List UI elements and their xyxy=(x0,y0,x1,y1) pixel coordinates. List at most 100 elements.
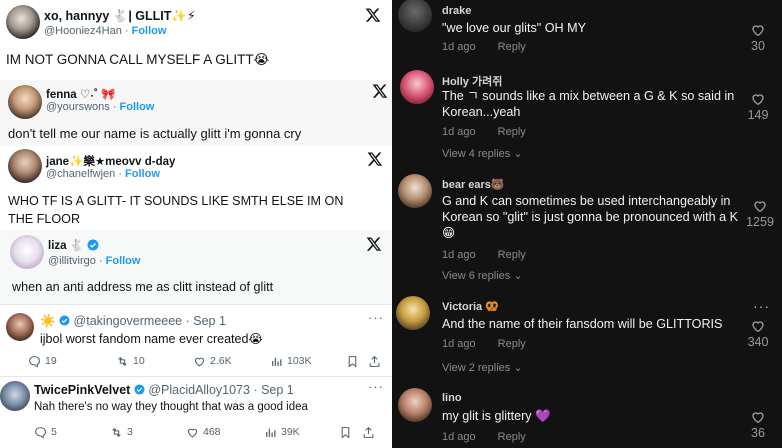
views-button[interactable]: 39K xyxy=(264,424,300,440)
handle-text[interactable]: @chanelfwjen xyxy=(46,168,115,180)
user-handle[interactable]: @PlacidAlloy1073 xyxy=(148,383,250,397)
comment-age: 1d ago xyxy=(442,431,476,443)
view-count: 103K xyxy=(287,355,312,367)
display-name[interactable]: xo, hannyy 🐇| GLLIT✨⚡ xyxy=(44,8,196,24)
view-replies-button[interactable]: View 4 replies ⌄ xyxy=(442,147,523,160)
handle-text[interactable]: @yourswons xyxy=(46,101,110,113)
avatar[interactable] xyxy=(0,381,30,411)
more-options-icon[interactable]: ··· xyxy=(368,379,384,394)
timestamp[interactable]: · Sep 1 xyxy=(253,383,293,397)
x-logo-icon[interactable] xyxy=(366,236,382,252)
avatar[interactable] xyxy=(396,296,430,330)
share-button[interactable] xyxy=(368,353,381,369)
tweet-header: ☀️ @takingovermeeee · Sep 1 xyxy=(40,314,226,329)
comment: Victoria 🥨 ··· And the name of their fan… xyxy=(392,290,782,380)
bookmark-button[interactable] xyxy=(339,424,352,440)
reply-button[interactable]: Reply xyxy=(498,249,526,261)
comment-text: And the name of their fansdom will be GL… xyxy=(442,317,723,331)
avatar[interactable] xyxy=(398,388,432,422)
reply-button[interactable]: 5 xyxy=(34,424,57,440)
comment: drake "we love our glits" OH MY 1d ago Re… xyxy=(392,0,782,64)
share-button[interactable] xyxy=(362,424,375,440)
like-button[interactable]: 1259 xyxy=(738,198,782,229)
avatar[interactable] xyxy=(10,235,44,269)
comment: bear ears🐻 G and K can sometimes be used… xyxy=(392,172,782,290)
views-button[interactable]: 103K xyxy=(270,353,312,369)
like-count: 2.6K xyxy=(210,355,232,367)
display-name[interactable]: jane✨樂★meovv d-day xyxy=(46,153,175,169)
heart-icon xyxy=(752,94,764,106)
display-name-text[interactable]: liza 🐇 xyxy=(48,240,84,252)
heart-icon xyxy=(754,201,766,213)
view-replies-button[interactable]: View 2 replies ⌄ xyxy=(442,361,523,374)
retweet-count: 10 xyxy=(133,355,145,367)
tweet-text: ijbol worst fandom name ever created😭 xyxy=(40,332,264,346)
reply-button[interactable]: 19 xyxy=(28,353,57,369)
like-button[interactable]: 340 xyxy=(740,318,776,349)
reply-icon xyxy=(35,426,46,439)
like-button[interactable]: 149 xyxy=(740,91,776,122)
avatar[interactable] xyxy=(398,174,432,208)
handle-text[interactable]: @illitvirgo xyxy=(48,255,96,267)
user-handle[interactable]: @takingovermeeee xyxy=(74,314,183,328)
comment-age: 1d ago xyxy=(442,126,476,138)
retweet-count: 3 xyxy=(127,426,133,438)
comment-username[interactable]: Holly 가려쥐 xyxy=(442,73,502,89)
display-name[interactable]: ☀️ xyxy=(40,314,56,328)
bookmark-icon xyxy=(348,355,357,367)
x-logo-icon[interactable] xyxy=(365,7,381,23)
x-logo-icon[interactable] xyxy=(367,151,383,167)
reply-button[interactable]: Reply xyxy=(498,126,526,138)
more-options-icon[interactable]: ··· xyxy=(753,298,770,314)
analytics-icon xyxy=(272,357,282,366)
verified-badge-icon xyxy=(59,315,70,326)
display-name[interactable]: fenna ♡˖˚ 🎀 xyxy=(46,87,115,101)
follow-button[interactable]: Follow xyxy=(125,168,160,180)
comment-username[interactable]: bear ears🐻 xyxy=(442,178,505,191)
share-icon xyxy=(369,355,380,367)
follow-button[interactable]: Follow xyxy=(132,25,167,37)
bookmark-button[interactable] xyxy=(346,353,359,369)
display-name[interactable]: TwicePinkVelvet xyxy=(34,383,130,397)
like-count: 340 xyxy=(747,335,769,349)
x-card: xo, hannyy 🐇| GLLIT✨⚡ @Hooniez4Han · Fol… xyxy=(0,0,392,80)
handle-text[interactable]: @Hooniez4Han xyxy=(44,25,122,37)
comment-username[interactable]: lino xyxy=(442,392,462,404)
tiktok-comments: drake "we love our glits" OH MY 1d ago Re… xyxy=(392,0,782,448)
user-handle: @Hooniez4Han · Follow xyxy=(44,25,167,37)
view-replies-button[interactable]: View 6 replies ⌄ xyxy=(442,269,523,282)
retweet-button[interactable]: 3 xyxy=(110,424,133,440)
timestamp[interactable]: · Sep 1 xyxy=(186,314,226,328)
reply-count: 19 xyxy=(45,355,57,367)
retweet-icon xyxy=(112,427,121,437)
avatar[interactable] xyxy=(398,0,432,32)
follow-button[interactable]: Follow xyxy=(120,101,155,113)
comment-username[interactable]: drake xyxy=(442,5,471,17)
avatar[interactable] xyxy=(6,313,34,341)
avatar[interactable] xyxy=(6,5,40,39)
like-button[interactable]: 30 xyxy=(740,22,776,53)
reply-icon xyxy=(29,355,40,368)
like-button[interactable]: 36 xyxy=(740,409,776,440)
avatar[interactable] xyxy=(400,70,434,104)
follow-button[interactable]: Follow xyxy=(106,255,141,267)
like-count: 149 xyxy=(747,108,769,122)
tweet-actions: 19 10 2.6K 103K xyxy=(28,353,384,369)
bookmark-icon xyxy=(341,426,350,438)
comment-age: 1d ago xyxy=(442,338,476,350)
reply-button[interactable]: Reply xyxy=(498,431,526,443)
user-handle: @chanelfwjen · Follow xyxy=(46,168,160,180)
x-logo-icon[interactable] xyxy=(372,83,388,99)
reply-button[interactable]: Reply xyxy=(498,41,526,53)
reply-button[interactable]: Reply xyxy=(498,338,526,350)
like-button[interactable]: 468 xyxy=(186,424,221,440)
comment-age: 1d ago xyxy=(442,41,476,53)
retweet-button[interactable]: 10 xyxy=(116,353,145,369)
avatar[interactable] xyxy=(8,85,42,119)
like-button[interactable]: 2.6K xyxy=(193,353,232,369)
avatar[interactable] xyxy=(8,149,42,183)
comment-text: The ㄱ sounds like a mix between a G & K … xyxy=(442,89,735,119)
more-options-icon[interactable]: ··· xyxy=(368,310,384,325)
comment-username[interactable]: Victoria 🥨 xyxy=(442,300,499,313)
tweet-text: Nah there's no way they thought that was… xyxy=(34,401,308,413)
